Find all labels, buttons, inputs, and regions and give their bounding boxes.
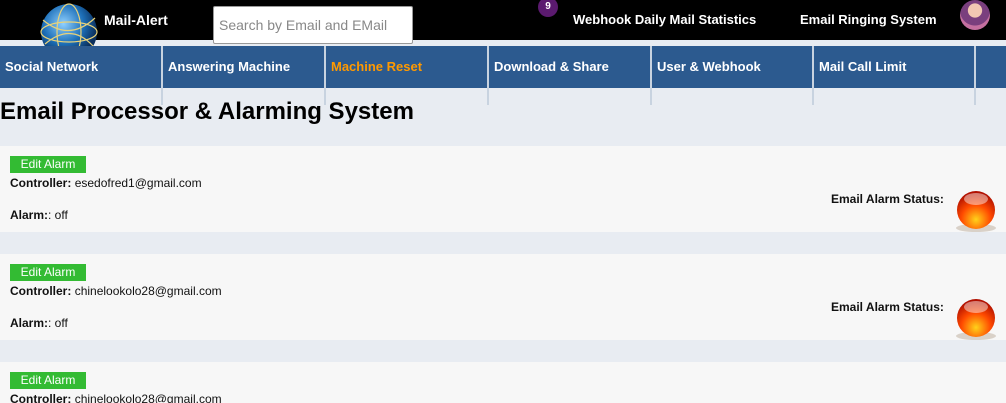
controller-text: Controller: esedofred1@gmail.com — [10, 176, 202, 190]
alarm-state-text: Alarm:: off — [10, 208, 68, 222]
edit-alarm-button[interactable]: Edit Alarm — [10, 264, 86, 281]
edit-alarm-button[interactable]: Edit Alarm — [10, 156, 86, 173]
alarm-state-text: Alarm:: off — [10, 316, 68, 330]
main-nav: Social Network Answering Machine Machine… — [0, 46, 1006, 88]
controller-text: Controller: chinelookolo28@gmail.com — [10, 392, 222, 403]
alarm-card: Edit Alarm Controller: chinelookolo28@gm… — [0, 362, 1006, 403]
alarm-card: Edit Alarm Controller: chinelookolo28@gm… — [0, 254, 1006, 340]
notification-badge[interactable]: 9 — [538, 0, 558, 17]
controller-email: chinelookolo28@gmail.com — [74, 392, 222, 403]
webhook-stats-link[interactable]: Webhook Daily Mail Statistics — [573, 12, 756, 27]
nav-item-social-network[interactable]: Social Network — [0, 46, 163, 88]
nav-item-user-webhook[interactable]: User & Webhook — [652, 46, 814, 88]
nav-item-answering-machine[interactable]: Answering Machine — [163, 46, 326, 88]
email-ringing-link[interactable]: Email Ringing System — [800, 12, 937, 27]
globe-logo-icon[interactable] — [37, 2, 101, 50]
nav-item-mail-call-limit[interactable]: Mail Call Limit — [814, 46, 976, 88]
email-alarm-status-label: Email Alarm Status: — [831, 300, 944, 314]
alarm-value: : off — [48, 208, 68, 222]
controller-email: chinelookolo28@gmail.com — [74, 284, 222, 298]
page-title: Email Processor & Alarming System — [0, 98, 414, 125]
top-bar: Mail-Alert 9 Webhook Daily Mail Statisti… — [0, 0, 1006, 50]
alarm-status-lamp-icon — [956, 191, 996, 232]
alarm-card: Edit Alarm Controller: esedofred1@gmail.… — [0, 146, 1006, 232]
email-alarm-status-label: Email Alarm Status: — [831, 192, 944, 206]
nav-item-download-share[interactable]: Download & Share — [489, 46, 652, 88]
alarm-status-lamp-icon — [956, 299, 996, 340]
controller-text: Controller: chinelookolo28@gmail.com — [10, 284, 222, 298]
controller-email: esedofred1@gmail.com — [74, 176, 202, 190]
nav-item-machine-reset[interactable]: Machine Reset — [326, 46, 489, 88]
brand-name[interactable]: Mail-Alert — [104, 12, 168, 28]
search-input[interactable] — [213, 6, 413, 44]
edit-alarm-button[interactable]: Edit Alarm — [10, 372, 86, 389]
avatar[interactable] — [960, 0, 990, 30]
alarm-value: : off — [48, 316, 68, 330]
